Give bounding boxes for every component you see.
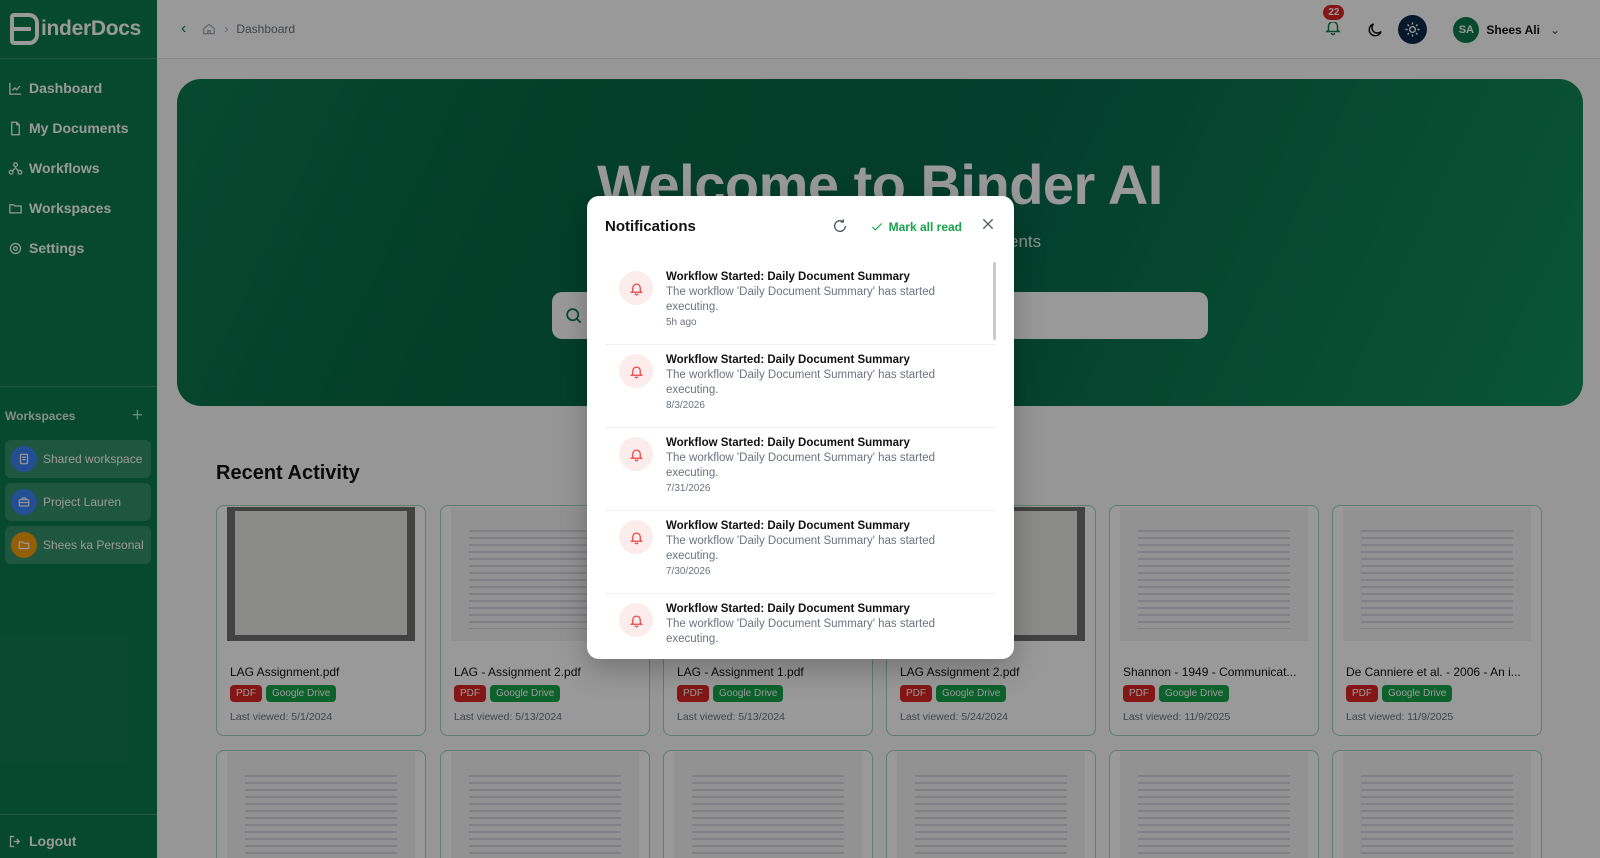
bell-icon [619,520,653,554]
notification-message: The workflow 'Daily Document Summary' ha… [666,452,935,479]
notifications-header: Notifications Mark all read [605,216,996,237]
notification-item[interactable]: Workflow Started: Daily Document Summary… [605,594,996,645]
bell-icon [619,354,653,388]
notification-message: The workflow 'Daily Document Summary' ha… [666,369,935,396]
notifications-title: Notifications [605,218,696,235]
close-button[interactable] [980,216,996,237]
close-icon [982,218,994,230]
bell-icon [619,603,653,637]
notification-message: The workflow 'Daily Document Summary' ha… [666,535,935,562]
notification-title: Workflow Started: Daily Document Summary [666,437,910,449]
notification-time: 5h ago [666,317,697,328]
notifications-panel: Notifications Mark all read Workflow Sta… [587,196,1014,659]
scrollbar[interactable] [993,262,996,340]
notification-time: 7/31/2026 [666,483,711,494]
bell-icon [619,437,653,471]
notification-item[interactable]: Workflow Started: Daily Document Summary… [605,345,996,428]
notification-item[interactable]: Workflow Started: Daily Document Summary… [605,511,996,594]
mark-all-read-button[interactable]: Mark all read [870,220,962,234]
notification-title: Workflow Started: Daily Document Summary [666,354,910,366]
notification-title: Workflow Started: Daily Document Summary [666,603,910,615]
refresh-button[interactable] [832,218,850,236]
notification-message: The workflow 'Daily Document Summary' ha… [666,618,935,645]
bell-icon [619,271,653,305]
notification-message: The workflow 'Daily Document Summary' ha… [666,286,935,313]
notification-title: Workflow Started: Daily Document Summary [666,520,910,532]
check-icon [871,222,882,231]
refresh-icon [833,218,846,232]
notification-item[interactable]: Workflow Started: Daily Document Summary… [605,428,996,511]
notification-item[interactable]: Workflow Started: Daily Document Summary… [605,262,996,345]
mark-all-read-label: Mark all read [888,219,962,234]
notification-list[interactable]: Workflow Started: Daily Document Summary… [605,262,996,645]
notification-time: 8/3/2026 [666,400,705,411]
notification-time: 7/30/2026 [666,566,711,577]
notification-title: Workflow Started: Daily Document Summary [666,271,910,283]
